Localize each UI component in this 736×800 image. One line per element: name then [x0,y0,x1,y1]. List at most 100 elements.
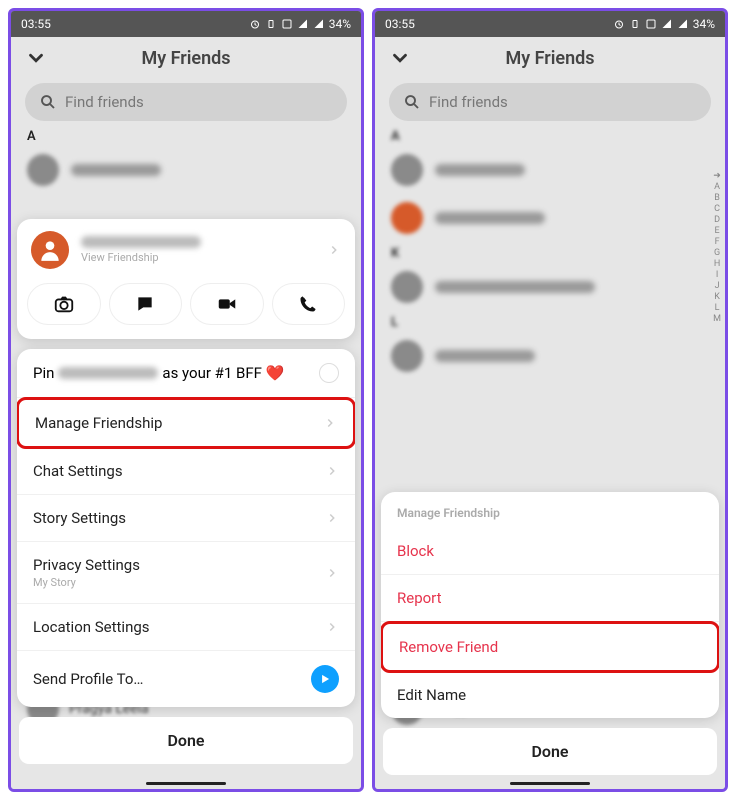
chevron-right-icon [327,243,341,257]
signal-icon [297,18,309,30]
status-time: 03:55 [21,17,51,31]
header: My Friends [375,37,725,79]
friend-row[interactable] [375,332,725,380]
done-button[interactable]: Done [383,728,717,775]
remove-friend-row[interactable]: Remove Friend [381,621,719,673]
friend-row[interactable] [11,146,361,194]
chevron-right-icon [325,511,339,525]
block-row[interactable]: Block [381,528,719,575]
friend-name-blurred [435,281,595,293]
phone-left: 03:55 34% My Friends Find friends A Prag… [8,8,364,792]
done-button[interactable]: Done [19,717,353,764]
friend-name-blurred [435,212,545,224]
chevron-right-icon [325,620,339,634]
friend-row[interactable] [375,146,725,194]
alpha-index[interactable]: ➜ A B C D E F G H I J K L M [713,171,721,324]
person-icon [37,237,63,263]
signal-icon [661,18,673,30]
list-label: Chat Settings [33,462,325,480]
list-label: Location Settings [33,618,325,636]
profile-header[interactable]: View Friendship [17,219,355,277]
section-header: L [375,311,725,332]
pin-bff-row[interactable]: Pin as your #1 BFF ❤️ [17,349,355,398]
profile-name-blurred [81,236,201,248]
friend-name-blurred [71,164,161,176]
list-sublabel: My Story [33,576,325,589]
status-time: 03:55 [385,17,415,31]
manage-friendship-row[interactable]: Manage Friendship [17,397,355,449]
report-row[interactable]: Report [381,575,719,622]
back-chevron-icon[interactable] [389,47,411,69]
avatar [27,154,59,186]
pin-radio[interactable] [319,363,339,383]
nfc-icon [645,18,657,30]
video-icon [216,293,238,315]
call-button[interactable] [272,283,346,325]
chevron-right-icon [325,464,339,478]
avatar [391,154,423,186]
nav-handle[interactable] [146,782,226,785]
list-label: Report [397,589,703,607]
friend-name-blurred [435,350,535,362]
chevron-right-icon [323,416,337,430]
edit-name-row[interactable]: Edit Name [381,672,719,718]
pin-suffix: as your #1 BFF ❤️ [162,364,284,382]
friend-row[interactable] [375,194,725,242]
view-friendship-link[interactable]: View Friendship [81,251,315,264]
signal-icon-2 [313,18,325,30]
list-label: Send Profile To… [33,670,311,688]
story-settings-row[interactable]: Story Settings [17,495,355,542]
avatar [31,231,69,269]
page-title: My Friends [25,48,347,69]
section-header: K [375,242,725,263]
avatar [391,271,423,303]
search-input[interactable]: Find friends [389,83,711,121]
location-settings-row[interactable]: Location Settings [17,604,355,651]
list-label: Privacy Settings [33,556,325,574]
battery-text: 34% [329,17,351,31]
chat-settings-row[interactable]: Chat Settings [17,448,355,495]
chat-icon [135,294,155,314]
search-placeholder: Find friends [429,93,508,111]
video-button[interactable] [190,283,264,325]
search-input[interactable]: Find friends [25,83,347,121]
nav-handle[interactable] [510,782,590,785]
sheet-title: Manage Friendship [381,492,719,528]
section-header: A [375,125,725,146]
alarm-icon [613,18,625,30]
chevron-right-icon [325,566,339,580]
chat-button[interactable] [109,283,183,325]
section-header: A [11,125,361,146]
manage-friendship-card: Manage Friendship Block Report Remove Fr… [381,492,719,718]
back-chevron-icon[interactable] [25,47,47,69]
status-bar: 03:55 34% [375,11,725,37]
privacy-settings-row[interactable]: Privacy Settings My Story [17,542,355,604]
alarm-icon [249,18,261,30]
list-label: Story Settings [33,509,325,527]
search-placeholder: Find friends [65,93,144,111]
send-icon [311,665,339,693]
avatar [391,340,423,372]
camera-icon [53,293,75,315]
battery-text: 34% [693,17,715,31]
nfc-icon [281,18,293,30]
page-title: My Friends [389,48,711,69]
list-label: Remove Friend [399,638,701,656]
profile-card: View Friendship [17,219,355,339]
friend-name-blurred [435,164,525,176]
search-icon [403,93,421,111]
send-profile-row[interactable]: Send Profile To… [17,651,355,707]
list-label: Block [397,542,703,560]
vibrate-icon [629,18,641,30]
camera-button[interactable] [27,283,101,325]
phone-right: 03:55 34% My Friends Find friends A K L … [372,8,728,792]
friend-row[interactable] [375,263,725,311]
pin-prefix: Pin [33,364,54,382]
settings-card: Pin as your #1 BFF ❤️ Manage Friendship … [17,349,355,707]
signal-icon-2 [677,18,689,30]
pin-name-blurred [58,367,158,379]
vibrate-icon [265,18,277,30]
header: My Friends [11,37,361,79]
phone-icon [298,294,318,314]
search-icon [39,93,57,111]
